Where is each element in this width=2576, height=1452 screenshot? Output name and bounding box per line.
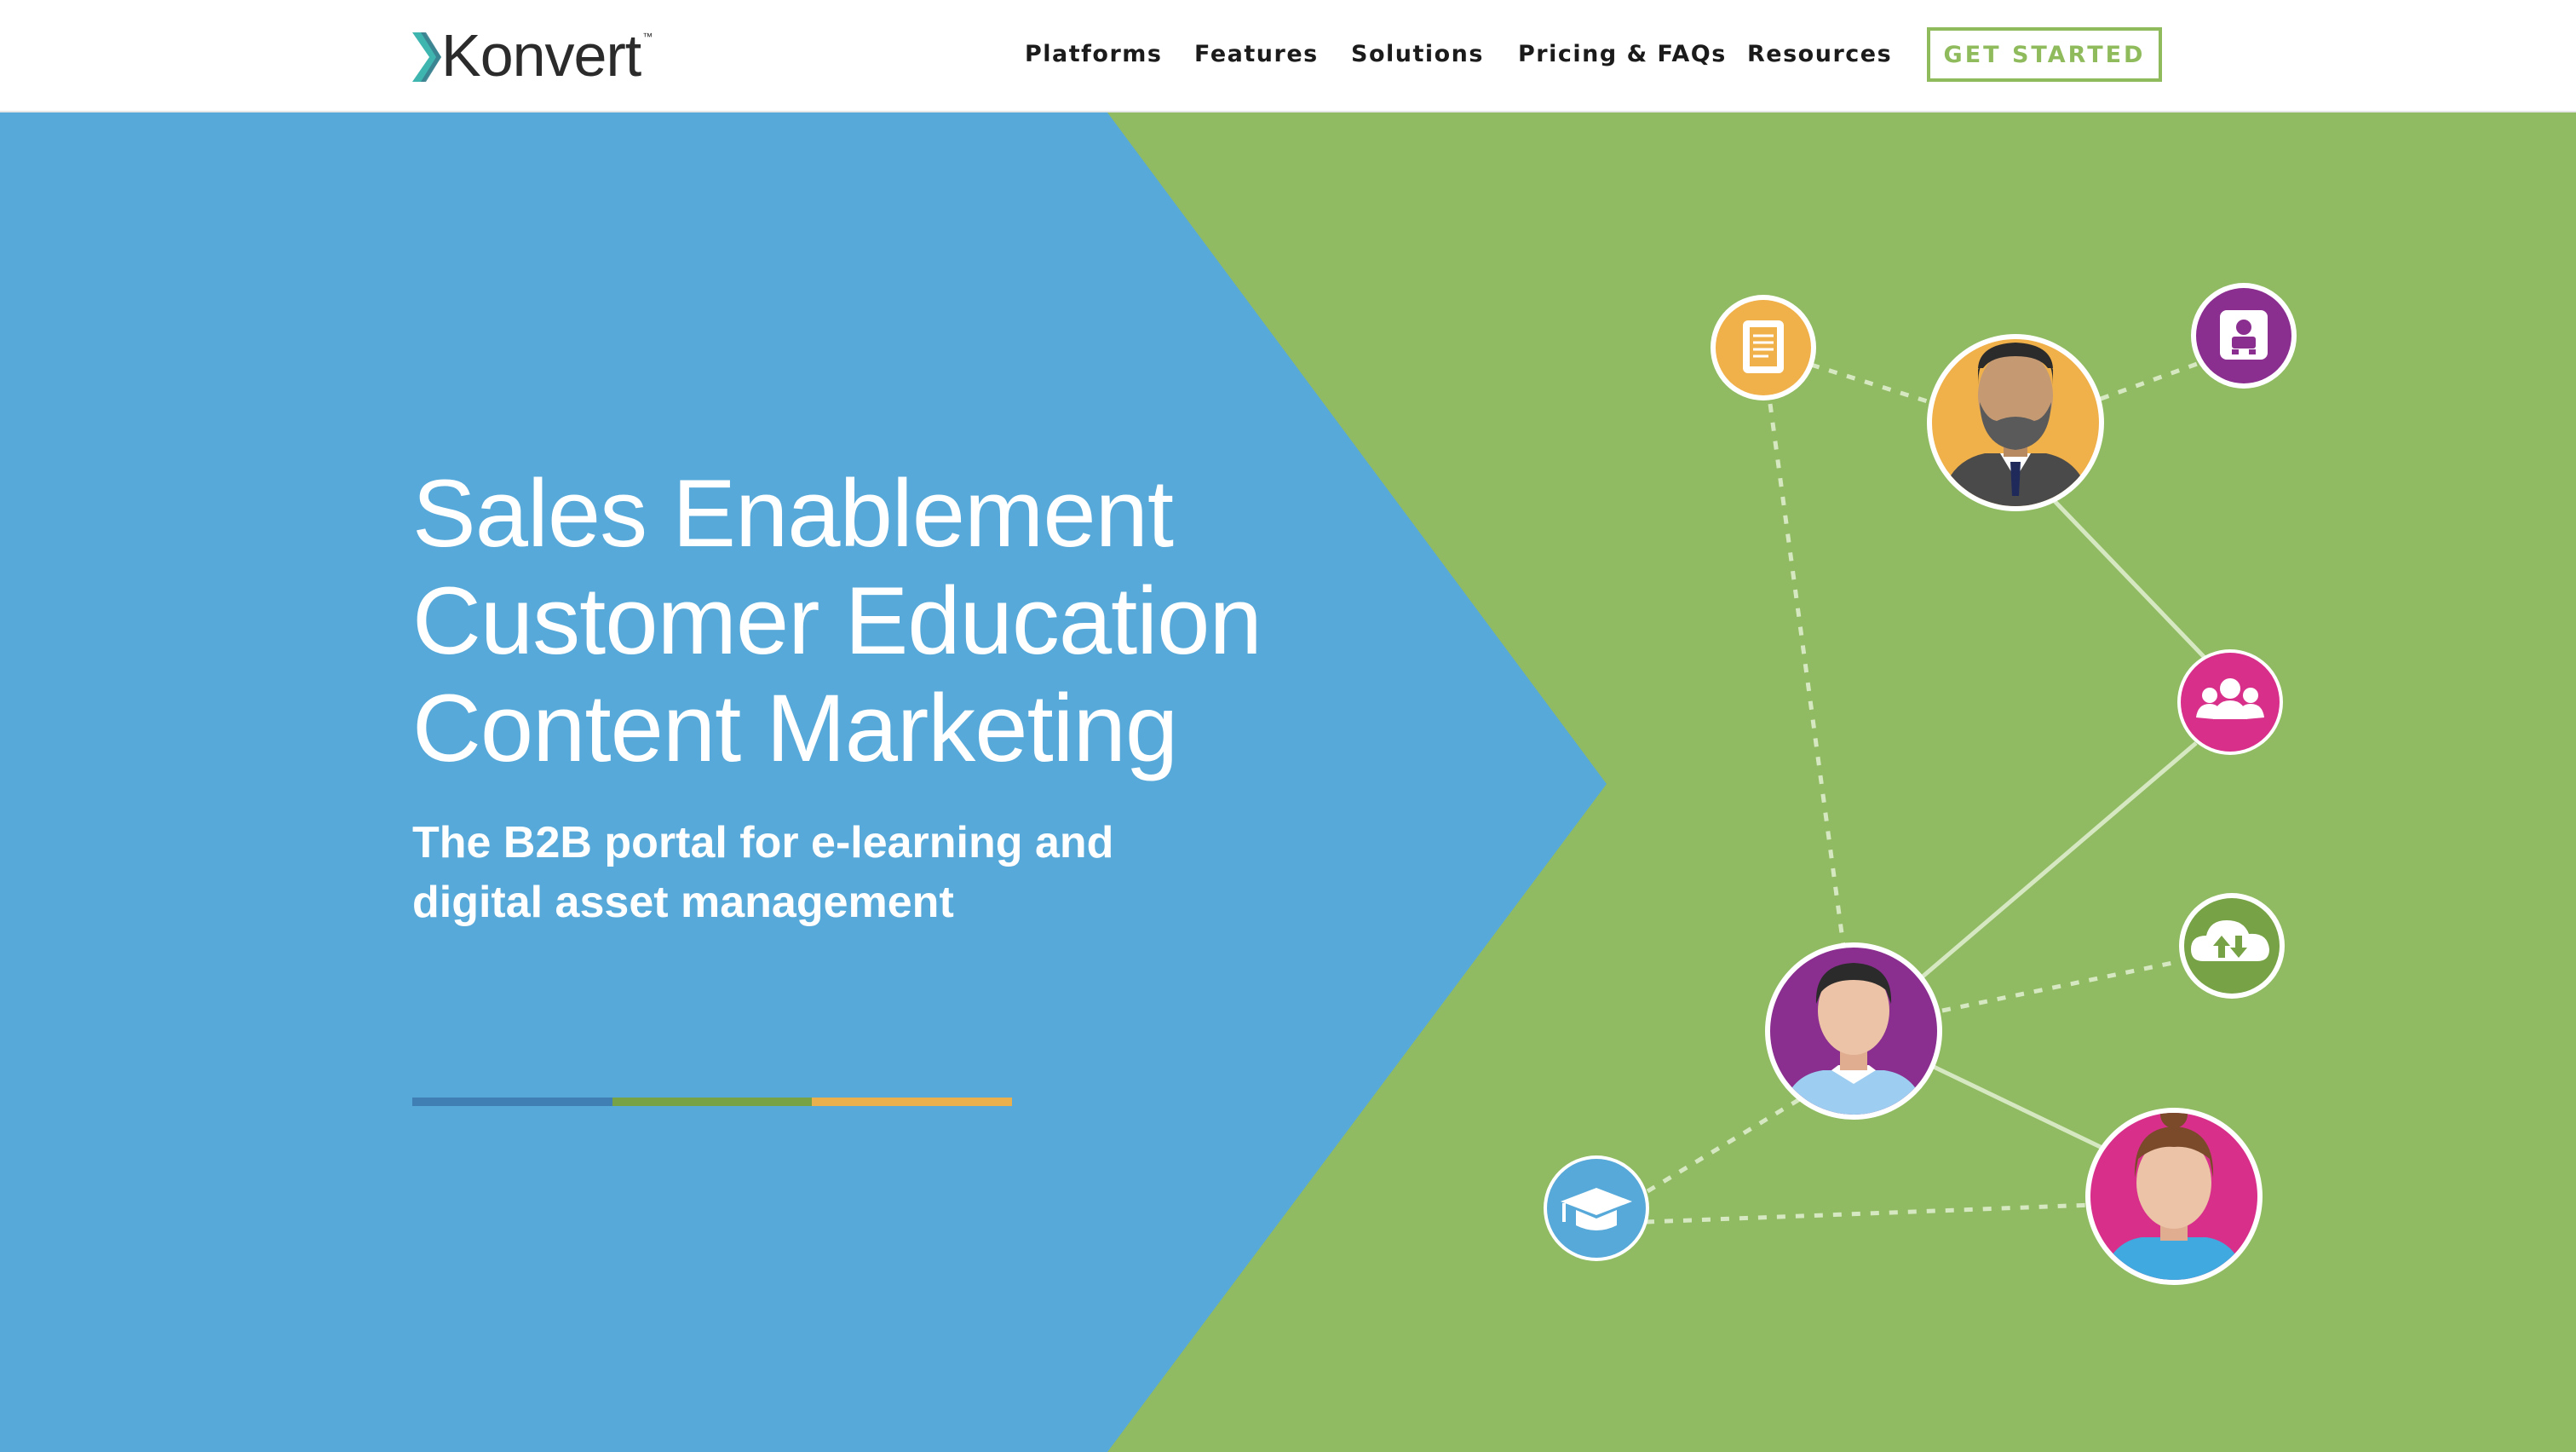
nav-pricing-faqs[interactable]: Pricing & FAQs [1518, 41, 1727, 67]
landing-page: Konvert ™ Platforms Features Solutions P… [0, 0, 2576, 1452]
man-avatar [1765, 942, 1942, 1120]
team-icon [2177, 649, 2283, 755]
network-illustration [1544, 283, 2297, 1285]
get-started-button[interactable]: GET STARTED [1927, 27, 2162, 82]
trademark-symbol: ™ [642, 31, 653, 43]
nav-resources[interactable]: Resources [1747, 41, 1892, 67]
cloud-sync-icon [2179, 893, 2285, 999]
logo-chevron-icon [412, 32, 441, 82]
woman-avatar [2085, 1108, 2263, 1285]
nav-platforms[interactable]: Platforms [1025, 41, 1163, 67]
document-icon [1711, 295, 1816, 400]
nav-solutions[interactable]: Solutions [1351, 41, 1484, 67]
logo-wordmark: Konvert [441, 22, 641, 89]
network-lines [1645, 360, 2213, 1224]
site-header: Konvert ™ Platforms Features Solutions P… [0, 0, 2576, 112]
hero-section: Sales Enablement Customer Education Cont… [0, 112, 2576, 1452]
konvert-logo[interactable]: Konvert ™ [412, 24, 653, 85]
org-chart-icon [2191, 283, 2297, 389]
graduation-cap-icon [1544, 1155, 1649, 1261]
bearded-man-avatar [1927, 334, 2104, 511]
nav-features[interactable]: Features [1194, 41, 1319, 67]
